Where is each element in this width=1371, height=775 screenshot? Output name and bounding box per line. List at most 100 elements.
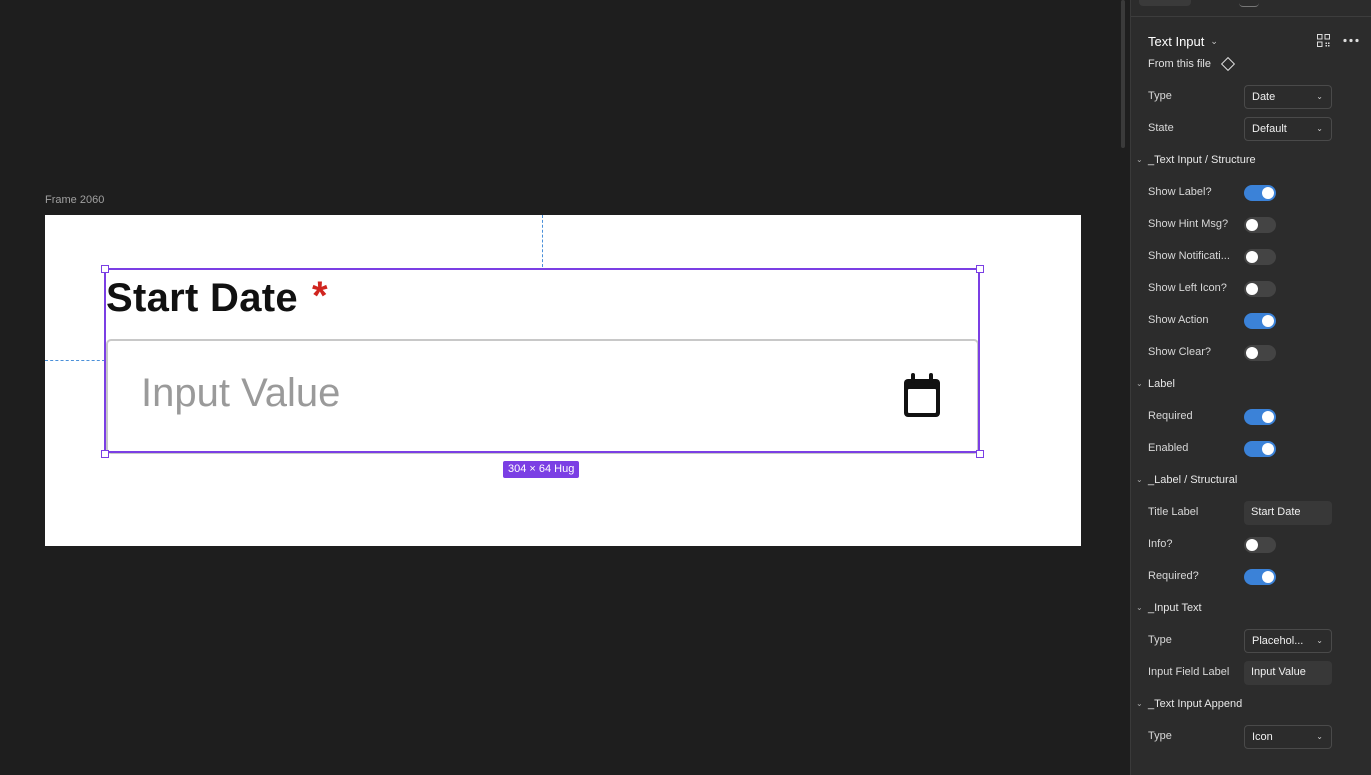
tab-prototype[interactable]: [1239, 0, 1259, 7]
property-row: Show Notificati...: [1131, 245, 1371, 269]
text-field-value: Start Date: [1251, 506, 1301, 518]
property-label: Type: [1148, 634, 1172, 646]
property-row: Show Left Icon?: [1131, 277, 1371, 301]
spacing-guide-vertical: [542, 215, 543, 267]
frame-name[interactable]: Frame 2060: [45, 194, 104, 206]
property-dropdown[interactable]: Icon ⌄: [1244, 725, 1332, 749]
property-row: Enabled: [1131, 437, 1371, 461]
chevron-down-icon: ⌄: [1316, 732, 1323, 741]
property-row: Show Hint Msg?: [1131, 213, 1371, 237]
toggle-knob: [1246, 283, 1258, 295]
property-row: Show Clear?: [1131, 341, 1371, 365]
property-row: Type Placehol... ⌄: [1131, 629, 1371, 653]
toggle-knob: [1262, 443, 1274, 455]
resize-handle-top-right[interactable]: [976, 265, 984, 273]
property-label: Type: [1148, 90, 1172, 102]
collapse-chevron-icon[interactable]: ⌄: [1136, 699, 1143, 708]
component-grid-icon[interactable]: [1317, 34, 1330, 47]
property-label: Type: [1148, 730, 1172, 742]
collapse-chevron-icon[interactable]: ⌄: [1136, 603, 1143, 612]
section-title: Label: [1148, 378, 1175, 390]
property-dropdown[interactable]: Date ⌄: [1244, 85, 1332, 109]
property-row: Show Label?: [1131, 181, 1371, 205]
property-label: Show Clear?: [1148, 346, 1211, 358]
collapse-chevron-icon[interactable]: ⌄: [1136, 155, 1143, 164]
collapse-chevron-icon[interactable]: ⌄: [1136, 475, 1143, 484]
tab-design[interactable]: [1139, 0, 1191, 6]
toggle-knob: [1246, 539, 1258, 551]
dropdown-value: Default: [1252, 123, 1287, 135]
properties-panel: Text Input ⌄ From this file Type Date ⌄ Sta…: [1130, 0, 1371, 775]
component-source[interactable]: From this file: [1148, 56, 1236, 72]
property-dropdown[interactable]: Default ⌄: [1244, 117, 1332, 141]
property-section-header[interactable]: ⌄ _Text Input Append: [1131, 693, 1371, 717]
property-section-header[interactable]: ⌄ Label: [1131, 373, 1371, 397]
property-row: State Default ⌄: [1131, 117, 1371, 141]
dropdown-value: Date: [1252, 91, 1276, 103]
property-label: Show Left Icon?: [1148, 282, 1227, 294]
property-label: Show Notificati...: [1148, 250, 1230, 262]
property-label: Show Hint Msg?: [1148, 218, 1229, 230]
property-toggle[interactable]: [1244, 313, 1276, 329]
property-toggle[interactable]: [1244, 217, 1276, 233]
resize-handle-bottom-left[interactable]: [101, 450, 109, 458]
resize-handle-top-left[interactable]: [101, 265, 109, 273]
collapse-chevron-icon[interactable]: ⌄: [1136, 379, 1143, 388]
chevron-down-icon: ⌄: [1316, 92, 1323, 101]
property-toggle[interactable]: [1244, 185, 1276, 201]
property-toggle[interactable]: [1244, 537, 1276, 553]
component-name-dropdown[interactable]: Text Input ⌄: [1148, 33, 1218, 49]
property-row: Type Icon ⌄: [1131, 725, 1371, 749]
property-label: Show Action: [1148, 314, 1209, 326]
more-options-icon[interactable]: [1342, 34, 1360, 47]
spacing-guide-horizontal: [45, 360, 105, 361]
toggle-knob: [1262, 571, 1274, 583]
property-section-header[interactable]: ⌄ _Input Text: [1131, 597, 1371, 621]
toggle-knob: [1262, 411, 1274, 423]
resize-handle-bottom-right[interactable]: [976, 450, 984, 458]
property-section-header[interactable]: ⌄ _Label / Structural: [1131, 469, 1371, 493]
toggle-knob: [1246, 219, 1258, 231]
property-toggle[interactable]: [1244, 345, 1276, 361]
property-section-header[interactable]: ⌄ _Text Input / Structure: [1131, 149, 1371, 173]
component-source-label: From this file: [1148, 58, 1211, 70]
property-toggle[interactable]: [1244, 409, 1276, 425]
property-label: Title Label: [1148, 506, 1199, 518]
property-row: Info?: [1131, 533, 1371, 557]
property-toggle[interactable]: [1244, 569, 1276, 585]
toggle-knob: [1262, 187, 1274, 199]
size-badge: 304 × 64 Hug: [503, 461, 580, 478]
section-title: _Text Input Append: [1148, 698, 1243, 710]
property-text-field[interactable]: Input Value: [1244, 661, 1332, 685]
toggle-knob: [1262, 315, 1274, 327]
section-title: _Input Text: [1148, 602, 1202, 614]
panel-tabs: [1131, 0, 1371, 17]
property-text-field[interactable]: Start Date: [1244, 501, 1332, 525]
chevron-down-icon: ⌄: [1316, 636, 1323, 645]
property-toggle[interactable]: [1244, 441, 1276, 457]
chevron-down-icon: ⌄: [1210, 35, 1218, 46]
property-toggle[interactable]: [1244, 249, 1276, 265]
canvas-scrollbar[interactable]: [1118, 0, 1128, 148]
property-row: Input Field Label Input Value: [1131, 661, 1371, 685]
property-label: Enabled: [1148, 442, 1189, 454]
toggle-knob: [1246, 251, 1258, 263]
text-field-value: Input Value: [1251, 666, 1306, 678]
section-title: _Text Input / Structure: [1148, 154, 1256, 166]
property-label: Info?: [1148, 538, 1173, 550]
property-label: Input Field Label: [1148, 666, 1230, 678]
chevron-down-icon: ⌄: [1316, 124, 1323, 133]
property-label: State: [1148, 122, 1174, 134]
selection-outline[interactable]: [104, 268, 980, 453]
property-row: Type Date ⌄: [1131, 85, 1371, 109]
dropdown-value: Placehol...: [1252, 635, 1304, 647]
property-row: Required?: [1131, 565, 1371, 589]
main-component-diamond-icon[interactable]: [1220, 56, 1236, 72]
property-label: Required?: [1148, 570, 1199, 582]
property-row: Required: [1131, 405, 1371, 429]
property-dropdown[interactable]: Placehol... ⌄: [1244, 629, 1332, 653]
section-title: _Label / Structural: [1148, 474, 1238, 486]
toggle-knob: [1246, 347, 1258, 359]
dropdown-value: Icon: [1252, 731, 1273, 743]
property-toggle[interactable]: [1244, 281, 1276, 297]
